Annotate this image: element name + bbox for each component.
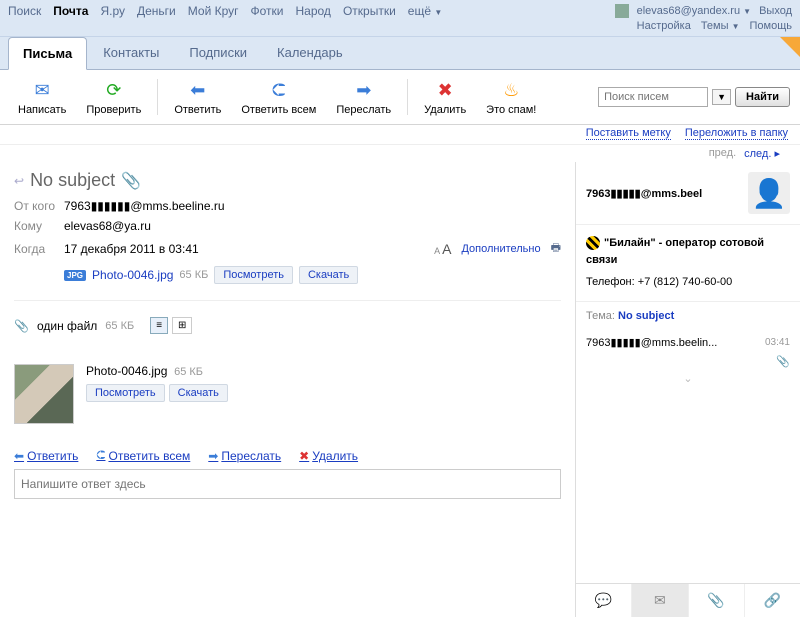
phone-value: +7 (812) 740-60-00 [638,276,732,288]
thread-msg-time: 03:41 [765,337,790,348]
nav-more[interactable]: ещё ▼ [408,4,443,18]
reply-icon: ⬅ [14,449,24,463]
chevron-down-icon: ▼ [743,7,751,16]
font-size-toggle[interactable]: AA [434,241,451,257]
thread-msg-from[interactable]: 7963▮▮▮▮▮@mms.beelin... [586,336,765,349]
view-attachment-button[interactable]: Посмотреть [214,266,293,284]
delete-button[interactable]: ✖Удалить [416,76,474,118]
view-grid-button[interactable]: ⊞ [172,317,192,334]
clip-icon: 📎 [14,319,29,333]
to-label: Кому [14,219,64,233]
attachment-thumbnail[interactable] [14,364,74,424]
beeline-logo-icon [586,236,600,250]
flame-icon: ♨ [499,78,523,102]
forward-icon: ➡ [352,78,376,102]
attachment-name[interactable]: Photo-0046.jpg [92,268,173,282]
set-label-link[interactable]: Поставить метку [586,127,671,140]
side-link-button[interactable]: 🔗 [745,584,800,617]
jpg-badge-icon: JPG [64,270,86,281]
thread-subject[interactable]: No subject [618,310,674,322]
nav-moikrug[interactable]: Мой Круг [188,4,239,18]
side-chat-button[interactable]: 💬 [576,584,632,617]
print-icon[interactable]: 🖶 [551,239,561,258]
reply-icon: ⬅ [186,78,210,102]
from-label: От кого [14,199,64,213]
thread-attachment-icon: 📎 [776,356,790,368]
contact-name: 7963▮▮▮▮▮@mms.beel [586,187,742,200]
spam-button[interactable]: ♨Это спам! [478,76,544,118]
view-list-button[interactable]: ≡ [150,317,168,334]
corner-fold-icon [780,37,800,57]
side-attach-button[interactable]: 📎 [689,584,745,617]
themes-link[interactable]: Темы ▼ [701,20,740,32]
logout-link[interactable]: Выход [759,5,792,17]
message-subject: No subject [30,170,115,191]
operator-name: "Билайн" - оператор сотовой связи [586,237,764,266]
nav-narod[interactable]: Народ [296,4,331,18]
user-menu[interactable]: elevas68@yandex.ru ▼ [637,5,752,17]
nav-money[interactable]: Деньги [137,4,176,18]
tab-calendar[interactable]: Календарь [263,37,357,69]
user-avatar-icon [615,4,629,18]
settings-link[interactable]: Настройка [637,20,691,32]
tab-letters[interactable]: Письма [8,37,87,70]
reply-all-button[interactable]: ⮈Ответить всем [233,76,324,118]
nav-mail[interactable]: Почта [53,4,88,18]
move-folder-link[interactable]: Переложить в папку [685,127,788,140]
next-message[interactable]: след. ▸ [744,147,780,160]
search-input[interactable] [598,87,708,107]
more-link[interactable]: Дополнительно [461,243,540,255]
top-nav-links: Поиск Почта Я.ру Деньги Мой Круг Фотки Н… [8,4,442,18]
action-reply[interactable]: ⬅Ответить [14,448,78,463]
thumb-size: 65 КБ [174,366,203,378]
nav-fotki[interactable]: Фотки [251,4,284,18]
compose-button[interactable]: ✉Написать [10,76,74,118]
files-count: один файл [37,319,97,333]
action-delete[interactable]: ✖Удалить [299,448,358,463]
nav-yaru[interactable]: Я.ру [100,4,125,18]
from-value: 7963▮▮▮▮▮▮@mms.beeline.ru [64,199,225,213]
thread-label: Тема: [586,310,615,322]
thumb-filename: Photo-0046.jpg [86,364,167,378]
contact-avatar: 👤 [748,172,790,214]
reply-all-icon: ⮈ [96,448,105,463]
prev-message[interactable]: пред. [709,147,736,160]
reply-button[interactable]: ⬅Ответить [166,76,229,118]
expand-thread-icon[interactable]: ⌄ [576,368,800,389]
nav-cards[interactable]: Открытки [343,4,396,18]
attachment-size: 65 КБ [179,269,208,281]
reply-input[interactable] [14,469,561,499]
tab-contacts[interactable]: Контакты [89,37,173,69]
chevron-down-icon: ▼ [732,22,740,31]
thumb-download-button[interactable]: Скачать [169,384,228,402]
delete-icon: ✖ [433,78,457,102]
forward-icon: ➡ [208,449,218,463]
reply-indicator-icon: ↩ [14,174,24,188]
to-value: elevas68@ya.ru [64,219,151,233]
reply-all-icon: ⮈ [267,78,291,102]
thumb-view-button[interactable]: Посмотреть [86,384,165,402]
find-button[interactable]: Найти [735,87,790,107]
tab-subscriptions[interactable]: Подписки [175,37,261,69]
action-reply-all[interactable]: ⮈Ответить всем [96,448,190,463]
attachment-icon: 📎 [121,171,141,191]
chevron-down-icon: ▼ [434,8,442,17]
refresh-icon: ⟳ [102,78,126,102]
help-link[interactable]: Помощь [750,20,793,32]
files-total-size: 65 КБ [105,320,134,332]
compose-icon: ✉ [30,78,54,102]
date-label: Когда [14,242,64,256]
nav-search[interactable]: Поиск [8,4,41,18]
check-button[interactable]: ⟳Проверить [78,76,149,118]
phone-label: Телефон: [586,276,635,288]
side-mail-button[interactable]: ✉ [632,584,688,617]
action-forward[interactable]: ➡Переслать [208,448,281,463]
forward-button[interactable]: ➡Переслать [328,76,399,118]
date-value: 17 декабря 2011 в 03:41 [64,242,199,256]
download-attachment-button[interactable]: Скачать [299,266,358,284]
delete-icon: ✖ [299,449,309,463]
search-dropdown[interactable]: ▼ [712,89,731,105]
